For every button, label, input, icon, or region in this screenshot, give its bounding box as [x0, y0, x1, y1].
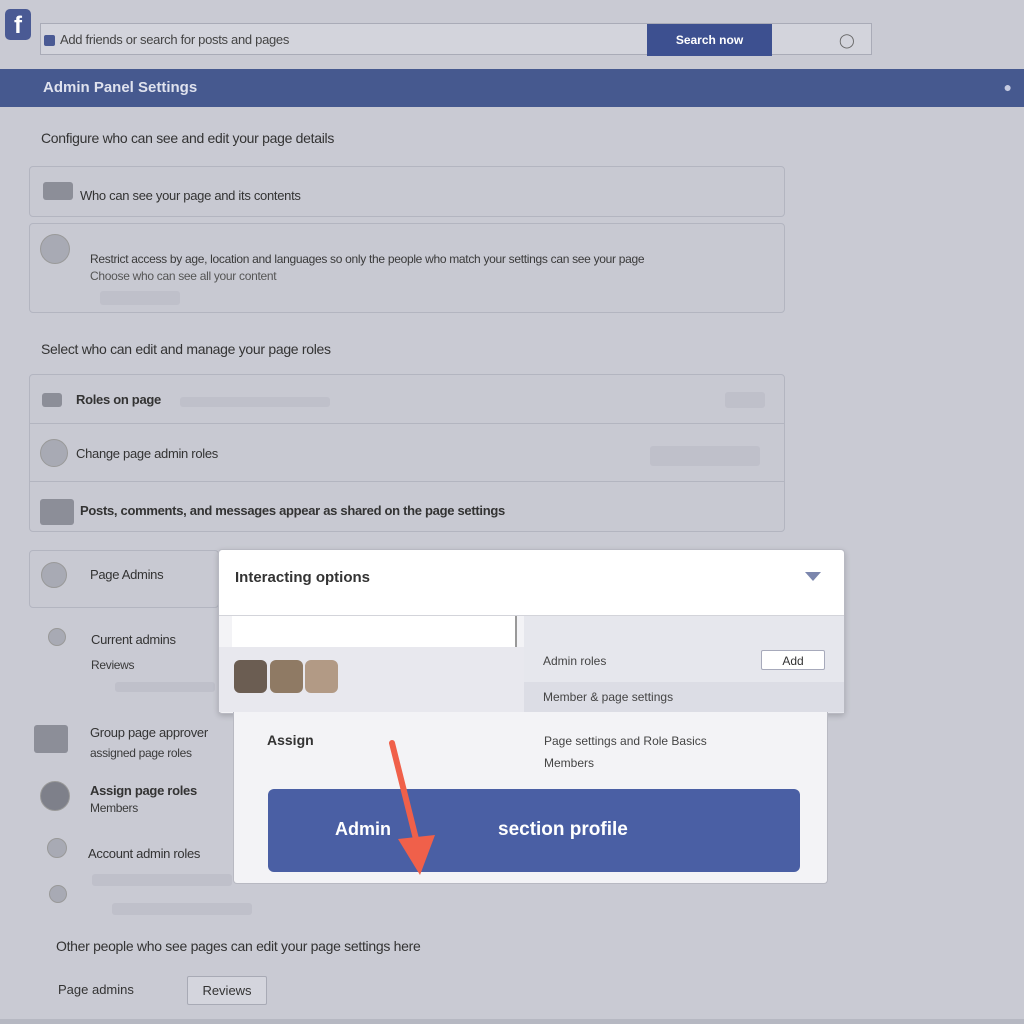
avatar-list: [219, 647, 524, 712]
message-icon: [40, 499, 74, 525]
avatar[interactable]: [270, 660, 303, 693]
avatar: [48, 628, 66, 646]
row-label[interactable]: Account admin roles: [88, 846, 200, 861]
chevron-down-icon[interactable]: [805, 572, 821, 581]
user-icon: [40, 781, 70, 811]
search-icon: [44, 35, 55, 46]
section-heading: Select who can edit and manage your page…: [41, 341, 331, 357]
settings-label: Admin roles: [543, 654, 607, 668]
settings-row-label: Member & page settings: [543, 690, 674, 704]
header-bar: Admin Panel Settings ●: [0, 69, 1024, 107]
settings-row[interactable]: Member & page settings: [524, 682, 844, 712]
dialog-header: Interacting options: [219, 550, 844, 616]
search-input[interactable]: Add friends or search for posts and page…: [60, 32, 289, 47]
settings-row[interactable]: Restrict access by age, location and lan…: [29, 223, 785, 313]
blurred-text: [725, 392, 765, 408]
roles-icon: [40, 439, 68, 467]
avatar: [49, 885, 67, 903]
row-description: Restrict access by age, location and lan…: [90, 252, 645, 266]
row-label[interactable]: Assign page roles: [90, 783, 197, 798]
blurred-text: [115, 682, 215, 692]
button-label-right: section profile: [498, 819, 628, 840]
search-button[interactable]: Search now: [647, 24, 772, 56]
row-label: Who can see your page and its contents: [80, 188, 301, 203]
row-label[interactable]: Change page admin roles: [76, 446, 218, 461]
app-logo[interactable]: f: [5, 9, 31, 40]
settings-row[interactable]: Who can see your page and its contents: [29, 166, 785, 217]
blurred-text: [92, 874, 232, 886]
dialog-input[interactable]: [232, 616, 517, 647]
doc-icon: [34, 725, 68, 753]
row-label[interactable]: Current admins: [91, 632, 176, 647]
assign-role-button[interactable]: Admin section profile: [268, 789, 800, 872]
row-subtext: Reviews: [91, 658, 135, 672]
blurred-text: [112, 903, 252, 915]
row-subtext: assigned page roles: [90, 746, 192, 760]
page-title: Admin Panel Settings: [43, 79, 198, 96]
footer-label: Page admins: [58, 982, 134, 997]
options-dialog: Interacting options Admin roles Add Memb…: [218, 549, 845, 714]
add-button[interactable]: Add: [761, 650, 825, 670]
avatar[interactable]: [234, 660, 267, 693]
blurred-text: [180, 397, 330, 407]
reviews-button[interactable]: Reviews: [187, 976, 267, 1005]
avatar: [47, 838, 67, 858]
search-bar[interactable]: Add friends or search for posts and page…: [40, 23, 872, 56]
panel-text: Page settings and Role Basics: [544, 734, 707, 748]
section-heading: Configure who can see and edit your page…: [41, 130, 335, 146]
panel-title: Assign: [267, 732, 314, 748]
row-label[interactable]: Group page approver: [90, 725, 208, 740]
roles-icon: [42, 393, 62, 407]
blurred-text: [100, 291, 180, 305]
globe-icon: [40, 234, 70, 264]
divider: [30, 423, 784, 424]
row-subtext: Choose who can see all your content: [90, 269, 277, 283]
footer-text: Other people who see pages can edit your…: [56, 938, 421, 954]
settings-row[interactable]: Page Admins: [29, 550, 219, 608]
divider: [30, 481, 784, 482]
row-subtext: Members: [90, 801, 138, 815]
panel-subtext: Members: [544, 756, 595, 770]
list-icon: [43, 182, 73, 200]
bulb-icon[interactable]: ◯: [839, 32, 855, 49]
row-label[interactable]: Posts, comments, and messages appear as …: [80, 503, 505, 518]
dialog-settings: Admin roles Add Member & page settings: [524, 616, 844, 713]
admin-icon: [41, 562, 67, 588]
menu-icon[interactable]: ●: [1004, 79, 1012, 95]
bottom-divider: [0, 1019, 1024, 1024]
assign-panel: Assign Page settings and Role Basics Mem…: [233, 712, 828, 884]
blurred-text: [650, 446, 760, 466]
row-label[interactable]: Roles on page: [76, 392, 161, 407]
dialog-title: Interacting options: [235, 569, 370, 586]
avatar[interactable]: [305, 660, 338, 693]
row-label: Page Admins: [90, 567, 164, 582]
arrow-pointer-icon: [389, 740, 435, 875]
